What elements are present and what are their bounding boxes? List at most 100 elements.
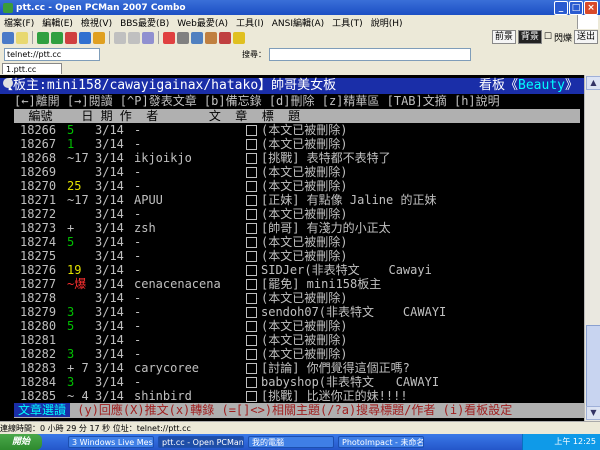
checkbox-icon <box>246 265 257 276</box>
post-date: 3/14 <box>95 333 124 347</box>
scroll-down-icon[interactable]: ▼ <box>586 406 600 420</box>
tab-ptt[interactable]: 1.ptt.cc <box>2 63 62 74</box>
post-mark: 1 <box>67 137 75 151</box>
menu-file[interactable]: 檔案(F) <box>0 16 38 29</box>
post-date: 3/14 <box>95 263 124 277</box>
taskbar-item-my-computer[interactable]: 我的電腦 <box>248 436 334 448</box>
favorites-icon[interactable] <box>205 31 217 44</box>
post-title: (本文已被刪除) <box>261 319 348 333</box>
menu-bbs-favorites[interactable]: BBS最愛(B) <box>116 16 173 29</box>
post-author: carycoree <box>134 361 200 375</box>
search-input[interactable] <box>269 47 471 61</box>
terminal-screen[interactable]: 【板主:mini158/cawayigainax/hatako】帥哥美女板 看板… <box>0 75 584 421</box>
settings-icon[interactable] <box>177 31 189 44</box>
board-name-label: 看板《Beauty》 <box>479 78 578 94</box>
status-text: 連線時間：0 小時 29 分 17 秒 位址：telnet://ptt.cc <box>0 424 191 433</box>
post-author: shinbird <box>134 389 192 403</box>
post-author: - <box>134 249 142 263</box>
checkbox-icon <box>246 251 257 262</box>
toolbar-separator <box>109 31 110 44</box>
post-row[interactable]: 18272 3/14- (本文已被刪除) <box>0 207 584 221</box>
window-controls: _ □ × <box>554 1 598 15</box>
post-date: 3/14 <box>95 165 124 179</box>
post-row[interactable]: 18273 +3/14 zsh [帥哥] 有淺力的小正太 <box>0 221 584 235</box>
menu-ansi-edit[interactable]: ANSI編輯(A) <box>268 16 328 29</box>
post-row[interactable]: 18285 ~ 4 3/14 shinbird [挑戰] 比迷你正的妹!!!! <box>0 389 584 403</box>
status-bar: 連線時間：0 小時 29 分 17 秒 位址：telnet://ptt.cc <box>0 421 600 435</box>
post-mark: ~17 <box>67 193 89 207</box>
post-row[interactable]: 18279 3 3/14- sendoh07(非表特文 CAWAYI <box>0 305 584 319</box>
post-number: 18278 <box>20 291 57 305</box>
post-author: - <box>134 235 142 249</box>
post-number: 18277 <box>20 277 57 291</box>
menu-tools[interactable]: 工具(T) <box>328 16 367 29</box>
menu-tools-i[interactable]: 工具(I) <box>232 16 268 29</box>
checkbox-icon <box>246 307 257 318</box>
taskbar-item-messenger[interactable]: 3 Windows Live Mes... <box>68 436 154 448</box>
post-row[interactable]: 18277 ~爆 3/14 cenacenacena [罷免] mini158板主 <box>0 277 584 291</box>
blink-checkbox[interactable]: ☐ <box>544 32 552 42</box>
refresh-icon[interactable] <box>79 31 91 44</box>
post-row[interactable]: 18271 ~17 3/14 APUU [正妹] 有點像 Jaline 的正妹 <box>0 193 584 207</box>
send-button[interactable]: 送出 <box>573 30 598 44</box>
taskbar-item-pcman[interactable]: ptt.cc - Open PCMan 2... <box>158 436 244 448</box>
post-row[interactable]: 18270 25 3/14- (本文已被刪除) <box>0 179 584 193</box>
post-row[interactable]: 18280 5 3/14- (本文已被刪除) <box>0 319 584 333</box>
post-author: - <box>134 347 142 361</box>
maximize-button[interactable]: □ <box>569 1 583 15</box>
tab-bar: 1.ptt.cc <box>0 62 600 75</box>
post-row[interactable]: 18281 3/14- (本文已被刪除) <box>0 333 584 347</box>
copy-icon[interactable] <box>114 31 126 44</box>
column-header: 編號 日 期 作 者 文 章 標 題 <box>14 109 580 123</box>
menu-help[interactable]: 說明(H) <box>367 16 407 29</box>
home-icon[interactable] <box>93 31 105 44</box>
close-button[interactable]: × <box>584 1 598 15</box>
post-row[interactable]: 18276 19 3/14- SIDJer(非表特文 Cawayi <box>0 263 584 277</box>
post-row[interactable]: 18284 3 3/14- babyshop(非表特文 CAWAYI <box>0 375 584 389</box>
address-input[interactable]: telnet://ptt.cc <box>4 47 100 61</box>
start-button[interactable]: 開始 <box>0 434 42 450</box>
post-row[interactable]: 18282 3 3/14- (本文已被刪除) <box>0 347 584 361</box>
foreground-button[interactable]: 前景 <box>491 30 516 44</box>
windows-logo-icon <box>577 15 598 29</box>
scrollbar[interactable]: ▲ ▼ <box>584 75 600 421</box>
menu-view[interactable]: 檢視(V) <box>77 16 116 29</box>
taskbar-item-photoimpact[interactable]: PhotoImpact - 未命名... <box>338 436 424 448</box>
connect-icon[interactable] <box>2 31 14 44</box>
menu-web-favorites[interactable]: Web最愛(A) <box>173 16 232 29</box>
post-number: 18279 <box>20 305 57 319</box>
post-row[interactable]: 18275 3/14- (本文已被刪除) <box>0 249 584 263</box>
stop-icon[interactable] <box>65 31 77 44</box>
background-button[interactable]: 背景 <box>517 30 542 44</box>
forward-icon[interactable] <box>51 31 63 44</box>
menu-edit[interactable]: 編輯(E) <box>38 16 77 29</box>
new-icon[interactable] <box>16 31 28 44</box>
post-row[interactable]: 18278 3/14- (本文已被刪除) <box>0 291 584 305</box>
font-icon[interactable] <box>163 31 175 44</box>
scroll-thumb[interactable] <box>586 325 600 407</box>
post-date: 3/14 <box>95 305 124 319</box>
menu-bar: 檔案(F) 編輯(E) 檢視(V) BBS最愛(B) Web最愛(A) 工具(I… <box>0 15 600 30</box>
post-title: [罷免] mini158板主 <box>261 277 382 291</box>
post-mark: + <box>67 221 75 235</box>
post-date: 3/14 <box>95 319 124 333</box>
checkbox-icon <box>246 153 257 164</box>
post-number: 18271 <box>20 193 57 207</box>
post-row[interactable]: 18269 3/14- (本文已被刪除) <box>0 165 584 179</box>
minimize-button[interactable]: _ <box>554 1 568 15</box>
post-row[interactable]: 18268 ~17 3/14 ikjoikjo [挑戰] 表特都不表特了 <box>0 151 584 165</box>
paste-icon[interactable] <box>128 31 140 44</box>
scroll-up-icon[interactable]: ▲ <box>586 76 600 90</box>
post-number: 18274 <box>20 235 57 249</box>
close-icon[interactable] <box>219 31 231 44</box>
address-book-icon[interactable] <box>191 31 203 44</box>
post-row[interactable]: 18267 1 3/14- (本文已被刪除) <box>0 137 584 151</box>
post-date: 3/14 <box>95 347 124 361</box>
help-icon[interactable] <box>233 31 245 44</box>
checkbox-icon <box>246 349 257 360</box>
post-row[interactable]: 18283 + 7 3/14 carycoree [討論] 你們覺得這個正嗎? <box>0 361 584 375</box>
paste-ansi-icon[interactable] <box>142 31 154 44</box>
post-row[interactable]: 18266 5 3/14- (本文已被刪除) <box>0 123 584 137</box>
back-icon[interactable] <box>37 31 49 44</box>
post-row[interactable]: 18274 5 3/14- (本文已被刪除) <box>0 235 584 249</box>
